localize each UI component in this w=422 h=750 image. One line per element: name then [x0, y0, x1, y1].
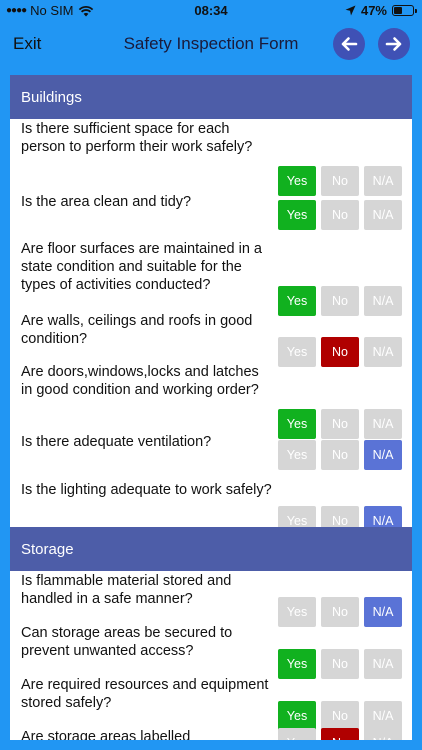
question-text: Are walls, ceilings and roofs in good co… [21, 313, 253, 347]
question-row: Is the area clean and tidy? Yes No N/A [10, 193, 412, 230]
answer-group: YesNoN/A [278, 440, 402, 470]
na-button[interactable]: N/A [364, 166, 402, 196]
status-bar: ●●●● No SIM 08:34 47% [0, 0, 422, 22]
no-button[interactable]: No [321, 701, 359, 731]
yes-button[interactable]: Yes [278, 649, 316, 679]
question-row: Are walls, ceilings and roofs in good co… [10, 312, 412, 367]
na-button[interactable]: N/A [364, 597, 402, 627]
question-row: Is there adequate ventilation? Yes No N/A [10, 433, 412, 470]
na-button[interactable]: N/A [364, 701, 402, 731]
status-right: 47% [345, 3, 417, 18]
question-row: Is the lighting adequate to work safely?… [10, 481, 412, 536]
na-button[interactable]: N/A [364, 440, 402, 470]
question-text: Are storage areas labelled [21, 729, 191, 740]
no-button[interactable]: No [321, 166, 359, 196]
question-row: Are floor surfaces are maintained in a s… [10, 240, 412, 316]
na-button[interactable]: N/A [364, 728, 402, 740]
na-button[interactable]: N/A [364, 649, 402, 679]
question-row: Are doors,windows,locks and latches in g… [10, 363, 412, 439]
yes-button[interactable]: Yes [278, 701, 316, 731]
question-row: Can storage areas be secured to prevent … [10, 624, 412, 679]
yes-button[interactable]: Yes [278, 200, 316, 230]
no-button[interactable]: No [321, 649, 359, 679]
question-text: Are required resources and equipment sto… [21, 677, 269, 711]
answer-group: YesNoN/A [278, 200, 402, 230]
question-text: Is the area clean and tidy? [21, 194, 192, 210]
question-text: Can storage areas be secured to prevent … [21, 625, 233, 659]
na-button[interactable]: N/A [364, 200, 402, 230]
battery-percent: 47% [360, 3, 387, 18]
question-text: Is the lighting adequate to work safely? [21, 482, 272, 498]
question-text: Are doors,windows,locks and latches in g… [21, 364, 259, 398]
question-text: Is there adequate ventilation? [21, 434, 212, 450]
section-0: Buildings Is there sufficient space for e… [10, 75, 412, 536]
location-arrow-icon [345, 5, 356, 16]
yes-button[interactable]: Yes [278, 166, 316, 196]
arrow-right-icon [385, 37, 402, 51]
answer-group: YesNoN/A [278, 166, 402, 196]
section-1: Storage Is flammable material stored and … [10, 527, 412, 740]
no-button[interactable]: No [321, 440, 359, 470]
question-row: Are storage areas labelled Yes No N/A [10, 728, 412, 740]
answer-group: Yes No N/A [278, 728, 402, 740]
section-header: Buildings [10, 75, 412, 119]
question-row: Are required resources and equipment sto… [10, 676, 412, 731]
question-text: Is flammable material stored and handled… [21, 573, 232, 607]
yes-button[interactable]: Yes [278, 597, 316, 627]
inspection-form[interactable]: Buildings Is there sufficient space for e… [10, 75, 412, 740]
forward-button[interactable] [378, 28, 410, 60]
battery-icon [392, 5, 417, 16]
yes-button[interactable]: Yes [278, 728, 316, 740]
question-text: Are floor surfaces are maintained in a s… [21, 241, 262, 293]
navigation-bar: Exit Safety Inspection Form [0, 22, 422, 66]
back-button[interactable] [333, 28, 365, 60]
answer-group: YesNoN/A [278, 701, 402, 731]
question-row: Is flammable material stored and handled… [10, 572, 412, 627]
no-button[interactable]: No [321, 728, 359, 740]
yes-button[interactable]: Yes [278, 440, 316, 470]
no-button[interactable]: No [321, 597, 359, 627]
question-row: Is there sufficient space for each perso… [10, 120, 412, 196]
question-text: Is there sufficient space for each perso… [21, 121, 253, 155]
answer-group: YesNoN/A [278, 597, 402, 627]
answer-group: YesNoN/A [278, 649, 402, 679]
section-header: Storage [10, 527, 412, 571]
arrow-left-icon [341, 37, 358, 51]
no-button[interactable]: No [321, 200, 359, 230]
